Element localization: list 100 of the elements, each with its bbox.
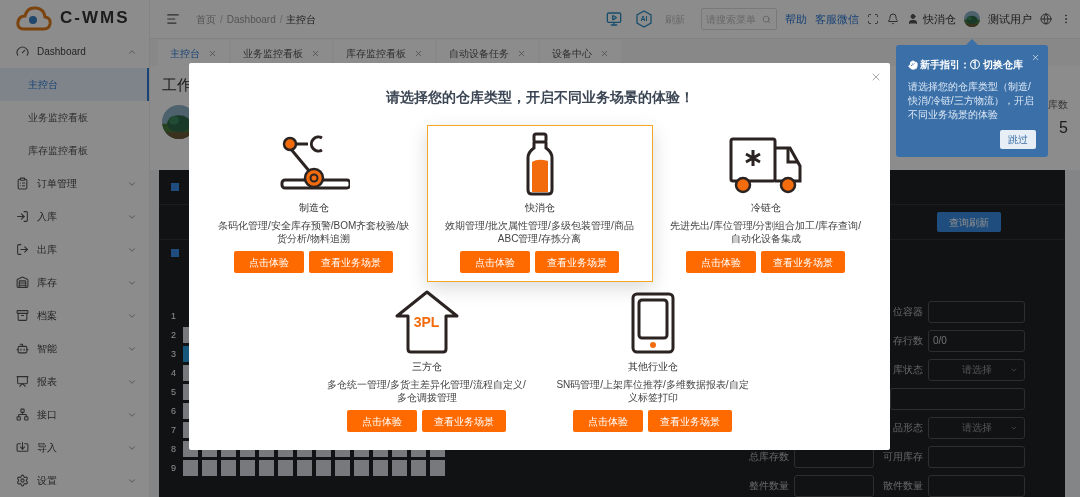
input-field[interactable] [928, 475, 1025, 497]
tablet-icon [629, 291, 676, 355]
storage-cell [316, 460, 331, 477]
close-icon[interactable] [870, 71, 882, 83]
sidebar-item[interactable]: 设置 [0, 464, 149, 497]
storage-cell [221, 460, 236, 477]
field-label: 存行数 [893, 334, 923, 349]
storage-cell [259, 460, 274, 477]
legend-square-icon [171, 248, 179, 257]
bell-icon[interactable] [887, 13, 899, 25]
breadcrumb-separator: / [220, 12, 223, 27]
sidebar-subitem[interactable]: 主控台 [0, 68, 149, 101]
tab[interactable]: 库存监控看板 [334, 40, 435, 66]
sidebar-item[interactable]: 报表 [0, 365, 149, 398]
hand-icon [908, 59, 918, 70]
warehouse-card[interactable]: 快消仓 效期管理/批次属性管理/多级包装管理/商品ABC管理/存拣分离 点击体验 查看业务场景 [426, 125, 653, 282]
warehouse-card[interactable]: 其他行业仓 SN码管理/上架库位推荐/多维数据报表/自定义标签打印 点击体验 查看业务场景 [539, 284, 766, 441]
select-field[interactable]: 请选择 [928, 417, 1025, 439]
field-label: 总库存数 [749, 450, 789, 465]
sidebar-item[interactable]: 出库 [0, 233, 149, 266]
user-icon [907, 13, 919, 25]
field-label: 位容器 [893, 305, 923, 320]
row-number: 3 [171, 347, 177, 361]
card-button[interactable]: 查看业务场景 [761, 251, 845, 273]
input-field[interactable] [928, 301, 1025, 323]
card-title: 冷链仓 [750, 201, 781, 215]
sidebar-item[interactable]: Dashboard [0, 35, 149, 68]
storage-cell [430, 460, 445, 477]
tab[interactable]: 设备中心 [540, 40, 621, 66]
card-button[interactable]: 点击体验 [573, 410, 643, 432]
stat-label: 库数 [1048, 97, 1068, 112]
close-icon[interactable] [600, 48, 609, 58]
guide-text: 请选择您的仓库类型（制造/快消/冷链/三方物流），开启不同业务场景的体验 [908, 80, 1035, 122]
stat-value: 5 [1059, 117, 1068, 138]
close-icon[interactable] [208, 48, 217, 58]
close-icon[interactable] [414, 48, 423, 58]
input-field[interactable] [890, 388, 1025, 410]
warehouse-card[interactable]: 冷链仓 先进先出/库位管理/分割组合加工/库存查询/自动化设备集成 点击体验 查看业务场景 [652, 125, 879, 282]
row-number: 2 [171, 328, 177, 342]
warehouse-name[interactable]: 快消仓 [923, 10, 956, 28]
card-button[interactable]: 点击体验 [460, 251, 530, 273]
sidebar-item[interactable]: 入库 [0, 200, 149, 233]
globe-icon[interactable] [1040, 13, 1052, 25]
sidebar-subitem[interactable]: 业务监控看板 [0, 101, 149, 134]
guide-title: 新手指引：① 切换仓库 [920, 58, 1023, 72]
storage-cell [354, 460, 369, 477]
storage-cell [202, 460, 217, 477]
card-button[interactable]: 查看业务场景 [648, 410, 732, 432]
card-button[interactable]: 查看业务场景 [535, 251, 619, 273]
sidebar-item[interactable]: 智能 [0, 332, 149, 365]
card-title: 三方仓 [411, 360, 442, 374]
field-label: 库状态 [893, 363, 923, 378]
query-refresh-button[interactable]: 查询刷新 [937, 212, 1001, 233]
card-description: 条码化管理/安全库存预警/BOM齐套校验/缺货分析/物料追溯 [216, 219, 411, 245]
card-description: 效期管理/批次属性管理/多级包装管理/商品ABC管理/存拣分离 [444, 219, 635, 245]
sidebar-item[interactable]: 接口 [0, 398, 149, 431]
warehouse-card[interactable]: 制造仓 条码化管理/安全库存预警/BOM齐套校验/缺货分析/物料追溯 点击体验 查看业务场景 [200, 125, 427, 282]
warehouse-card[interactable]: 3PL 三方仓 多仓统一管理/多货主差异化管理/流程自定义/多仓调拨管理 点击体验 查看业务场景 [313, 284, 540, 441]
card-button[interactable]: 查看业务场景 [422, 410, 506, 432]
input-field[interactable] [928, 446, 1025, 468]
input-field[interactable] [794, 475, 874, 497]
select-field[interactable]: 请选择 [928, 359, 1025, 381]
sidebar-item[interactable]: 导入 [0, 431, 149, 464]
row-number: 7 [171, 423, 177, 437]
fullscreen-icon[interactable] [867, 13, 879, 25]
close-icon[interactable] [1031, 53, 1040, 62]
tab[interactable]: 主控台 [158, 40, 229, 66]
row-number: 8 [171, 442, 177, 456]
input-field[interactable]: 0/0 [928, 330, 1025, 352]
card-button[interactable]: 点击体验 [234, 251, 304, 273]
card-button[interactable]: 点击体验 [347, 410, 417, 432]
card-button[interactable]: 查看业务场景 [309, 251, 393, 273]
video-icon[interactable] [605, 11, 623, 27]
chevron-icon [1010, 366, 1018, 374]
storage-cell [278, 460, 293, 477]
storage-cell [373, 460, 388, 477]
field-label: 散件数量 [883, 479, 923, 494]
sidebar-subitem[interactable]: 库存监控看板 [0, 134, 149, 167]
chevron-icon [1010, 424, 1018, 432]
header-link[interactable]: 帮助 [785, 10, 807, 28]
header-link[interactable]: 客服微信 [815, 10, 859, 28]
field-label: 整件数量 [749, 479, 789, 494]
skip-button[interactable]: 跳过 [1000, 130, 1036, 149]
sidebar-item[interactable]: 档案 [0, 299, 149, 332]
sidebar-item[interactable]: 订单管理 [0, 167, 149, 200]
card-button[interactable]: 点击体验 [686, 251, 756, 273]
sidebar-item[interactable]: 库存 [0, 266, 149, 299]
close-icon[interactable] [311, 48, 320, 58]
row-number: 4 [171, 366, 177, 380]
row-number: 1 [171, 309, 177, 323]
tab[interactable]: 自动设备任务 [437, 40, 538, 66]
row-number: 5 [171, 385, 177, 399]
field-label: 品形态 [893, 421, 923, 436]
storage-cell [335, 460, 350, 477]
tab[interactable]: 业务监控看板 [231, 40, 332, 66]
row-number: 9 [171, 461, 177, 475]
legend-square-icon [171, 183, 179, 192]
modal-title: 请选择您的仓库类型，开启不同业务场景的体验！ [385, 88, 694, 107]
user-name[interactable]: 测试用户 [988, 10, 1032, 28]
close-icon[interactable] [517, 48, 526, 58]
